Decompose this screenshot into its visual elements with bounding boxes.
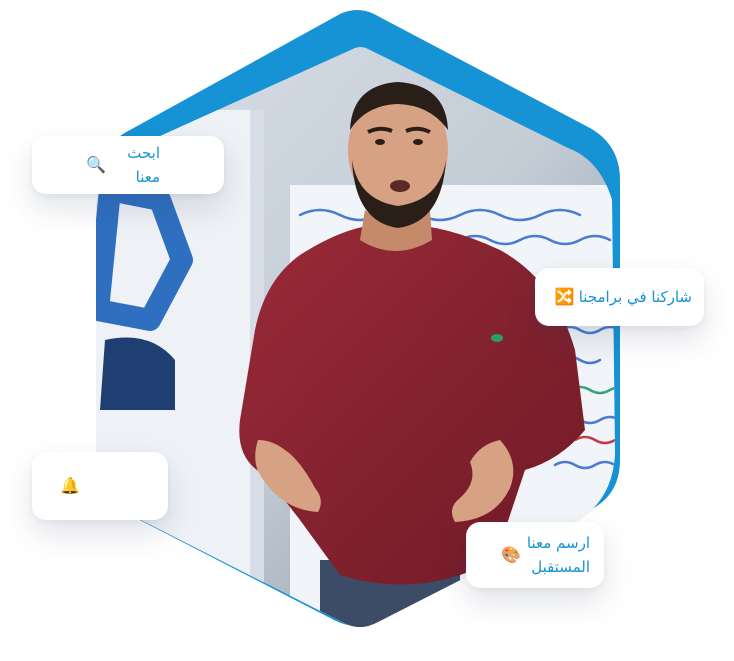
hero-illustration <box>96 10 620 627</box>
share-programs-label: شاركنا في برامجنا <box>578 288 692 306</box>
search-with-us-chip[interactable]: ابحث معنا 🔍 <box>32 136 224 194</box>
share-programs-chip[interactable]: شاركنا في برامجنا 🔀 <box>535 268 704 326</box>
palette-icon: 🎨 <box>500 545 521 564</box>
draw-future-label: ارسم معنا المستقبل <box>526 534 590 576</box>
draw-future-chip[interactable]: ارسم معنا المستقبل 🎨 <box>466 522 604 588</box>
bell-icon: 🔔 <box>60 476 80 495</box>
notification-chip[interactable]: 🔔 <box>32 452 168 520</box>
shuffle-icon: 🔀 <box>554 287 575 306</box>
search-with-us-label: ابحث معنا <box>127 144 160 186</box>
magnifier-icon: 🔍 <box>86 155 106 174</box>
